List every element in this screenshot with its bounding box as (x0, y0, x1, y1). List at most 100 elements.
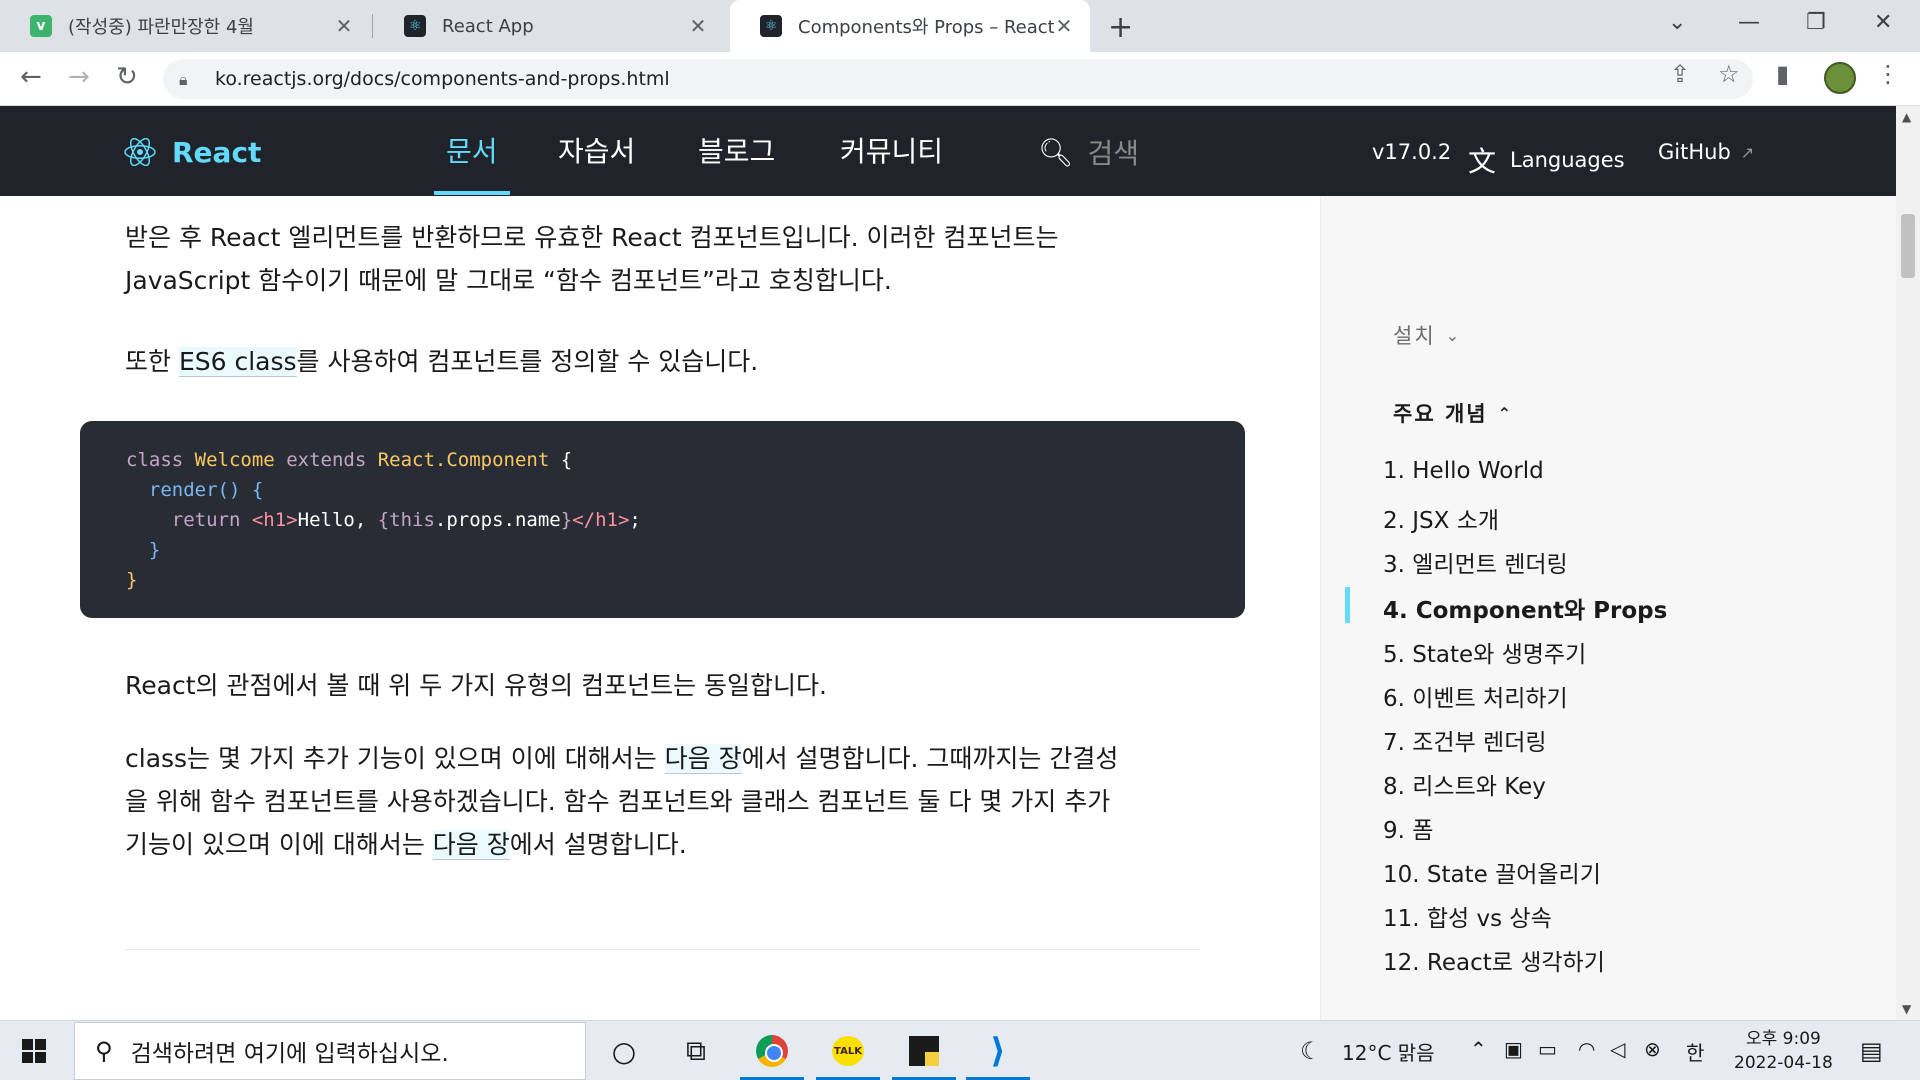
profile-avatar[interactable] (1824, 62, 1856, 94)
more-menu-icon[interactable]: ⋮ (1876, 60, 1900, 88)
nav-docs[interactable]: 문서 (434, 130, 509, 195)
ime-indicator[interactable]: 한 (1686, 1037, 1704, 1066)
new-tab-icon[interactable]: + (1108, 10, 1133, 45)
code-token: return (171, 509, 241, 531)
nav-tutorial[interactable]: 자습서 (558, 130, 635, 170)
lock-icon[interactable]: 🔒︎ (179, 70, 197, 89)
sidebar-item-thinking-in-react[interactable]: 12. React로 생각하기 (1383, 943, 1605, 977)
es6-class-link[interactable]: ES6 class (178, 347, 297, 377)
code-token: } (148, 539, 161, 561)
side-panel-icon[interactable]: ▮ (1776, 60, 1789, 88)
kakaotalk-icon: TALK (832, 1036, 864, 1066)
code-block: class Welcome extends React.Component { … (80, 421, 1245, 618)
scroll-up-icon[interactable]: ▲ (1902, 110, 1911, 124)
back-arrow-icon[interactable]: ← (20, 62, 42, 92)
paragraph-class-features: class는 몇 가지 추가 기능이 있으며 이에 대해서는 다음 장에서 설명… (125, 737, 1205, 866)
cortana-icon[interactable]: ○ (588, 1021, 660, 1080)
sidebar-item-handling-events[interactable]: 6. 이벤트 처리하기 (1383, 679, 1568, 713)
address-bar[interactable]: 🔒︎ ko.reactjs.org/docs/components-and-pr… (163, 59, 1753, 99)
taskbar-search-box[interactable]: ⚲ 검색하려면 여기에 입력하십시오. (74, 1022, 586, 1080)
meet-now-icon[interactable]: ▣ (1504, 1037, 1523, 1061)
version-link[interactable]: v17.0.2 (1372, 140, 1451, 164)
nav-community[interactable]: 커뮤니티 (840, 130, 943, 170)
text: 를 사용하여 컴포넌트를 정의할 수 있습니다. (296, 347, 759, 376)
status-x-icon[interactable]: ⊗ (1644, 1037, 1661, 1061)
battery-icon[interactable]: ▭ (1538, 1037, 1557, 1061)
windows-start-icon[interactable] (22, 1039, 46, 1063)
github-link[interactable]: GitHub ↗ (1658, 140, 1754, 164)
code-token: this (389, 509, 435, 531)
sticky-notes-icon (909, 1036, 939, 1066)
code-token: { (377, 509, 390, 531)
tab-search-chevron-icon[interactable]: ⌄ (1668, 10, 1686, 35)
chevron-up-icon: ⌃ (1497, 403, 1513, 423)
paragraph-es6-class: 또한 ES6 class를 사용하여 컴포넌트를 정의할 수 있습니다. (125, 340, 1205, 383)
velog-favicon-icon: v (30, 15, 52, 37)
search-icon: 🔍︎ (1038, 135, 1074, 169)
code-token: ; (629, 509, 641, 531)
scrollbar-thumb[interactable] (1901, 214, 1915, 278)
github-label: GitHub (1658, 140, 1731, 164)
taskbar-sticky-notes[interactable] (888, 1021, 960, 1080)
text: 또한 (125, 347, 179, 376)
paragraph-line: 을 위해 함수 컴포넌트를 사용하겠습니다. 함수 컴포넌트와 클래스 컴포넌트… (125, 787, 1111, 816)
forward-arrow-icon[interactable]: → (68, 62, 90, 92)
code-token: Hello, (297, 509, 378, 531)
task-view-icon[interactable]: ⧉ (660, 1021, 732, 1080)
text: class는 몇 가지 추가 기능이 있으며 이에 대해서는 (125, 744, 665, 773)
sidebar-item-conditional-rendering[interactable]: 7. 조건부 렌더링 (1383, 723, 1547, 757)
reload-icon[interactable]: ↻ (116, 62, 138, 92)
next-chapter-link[interactable]: 다음 장 (664, 744, 742, 774)
sidebar-item-hello-world[interactable]: 1. Hello World (1383, 458, 1544, 484)
restore-icon[interactable]: ❐ (1806, 10, 1826, 35)
paragraph-line: 기능이 있으며 이에 대해서는 다음 장에서 설명합니다. (125, 823, 1205, 866)
docs-search[interactable]: 🔍︎ 검색 (1038, 132, 1139, 172)
browser-tab-blog[interactable]: v (작성중) 파란만장한 4월 ✕ (0, 0, 370, 52)
volume-muted-icon[interactable]: ◁ (1610, 1037, 1625, 1061)
browser-tab-components-props[interactable]: ⚛ Components와 Props – React ✕ (730, 0, 1090, 52)
sidebar-item-rendering-elements[interactable]: 3. 엘리먼트 렌더링 (1383, 545, 1568, 579)
taskbar-clock[interactable]: 오후 9:09 2022-04-18 (1734, 1027, 1833, 1075)
paragraph-line: 받은 후 React 엘리먼트를 반환하므로 유효한 React 컴포넌트입니다… (125, 223, 1059, 252)
browser-tab-react-app[interactable]: ⚛ React App ✕ (374, 0, 724, 52)
notification-icon[interactable]: ▤ (1860, 1037, 1883, 1065)
sidebar-item-lifting-state[interactable]: 10. State 끌어올리기 (1383, 855, 1601, 889)
weather-text[interactable]: 12°C 맑음 (1342, 1037, 1435, 1066)
share-icon[interactable]: ⇪ (1670, 60, 1690, 88)
taskbar-kakaotalk[interactable]: TALK (812, 1021, 884, 1080)
code-token: () { (217, 479, 264, 501)
tab-title: Components와 Props – React (798, 17, 1054, 38)
page-scrollbar[interactable]: ▲ ▼ (1896, 106, 1920, 1020)
sidebar-item-forms[interactable]: 9. 폼 (1383, 811, 1433, 845)
sidebar-item-jsx[interactable]: 2. JSX 소개 (1383, 501, 1499, 535)
close-tab-icon[interactable]: ✕ (334, 14, 354, 38)
sidebar-item-components-props[interactable]: 4. Component와 Props (1383, 591, 1667, 625)
wifi-icon[interactable]: ◠ (1578, 1037, 1595, 1061)
bookmark-star-icon[interactable]: ☆ (1718, 60, 1740, 88)
languages-link[interactable]: 文 Languages (1468, 140, 1625, 180)
taskbar-vscode[interactable]: ⟩ (962, 1021, 1034, 1080)
taskbar-chrome[interactable] (736, 1021, 808, 1080)
nav-blog[interactable]: 블로그 (698, 130, 775, 170)
close-window-icon[interactable]: ✕ (1874, 10, 1892, 35)
scroll-down-icon[interactable]: ▼ (1902, 1002, 1911, 1016)
windows-taskbar: ⚲ 검색하려면 여기에 입력하십시오. ○ ⧉ TALK ⟩ ☾ 12°C 맑음… (0, 1020, 1920, 1080)
sidebar-section-install[interactable]: 설치 ⌄ (1393, 320, 1461, 350)
close-tab-icon[interactable]: ✕ (688, 14, 708, 38)
sidebar-item-lists-keys[interactable]: 8. 리스트와 Key (1383, 767, 1546, 801)
minimize-icon[interactable]: — (1738, 10, 1760, 35)
weather-moon-icon[interactable]: ☾ (1300, 1037, 1322, 1065)
paragraph-line: JavaScript 함수이기 때문에 말 그대로 “함수 컴포넌트”라고 호칭… (125, 266, 892, 295)
react-logo-link[interactable]: React (122, 134, 261, 170)
close-tab-icon[interactable]: ✕ (1054, 14, 1074, 38)
sidebar-section-main-concepts[interactable]: 주요 개념 ⌃ (1393, 398, 1513, 428)
sidebar-item-state-lifecycle[interactable]: 5. State와 생명주기 (1383, 635, 1586, 669)
article-content: 받은 후 React 엘리먼트를 반환하므로 유효한 React 컴포넌트입니다… (0, 196, 1320, 1020)
next-chapter-link[interactable]: 다음 장 (432, 830, 510, 860)
sidebar-item-composition[interactable]: 11. 합성 vs 상속 (1383, 899, 1552, 933)
section-divider (125, 949, 1200, 950)
chrome-icon (756, 1035, 788, 1067)
section-label: 주요 개념 (1393, 402, 1488, 426)
code-token: React.Component (377, 449, 550, 471)
tray-expand-chevron-icon[interactable]: ⌃ (1470, 1037, 1487, 1061)
